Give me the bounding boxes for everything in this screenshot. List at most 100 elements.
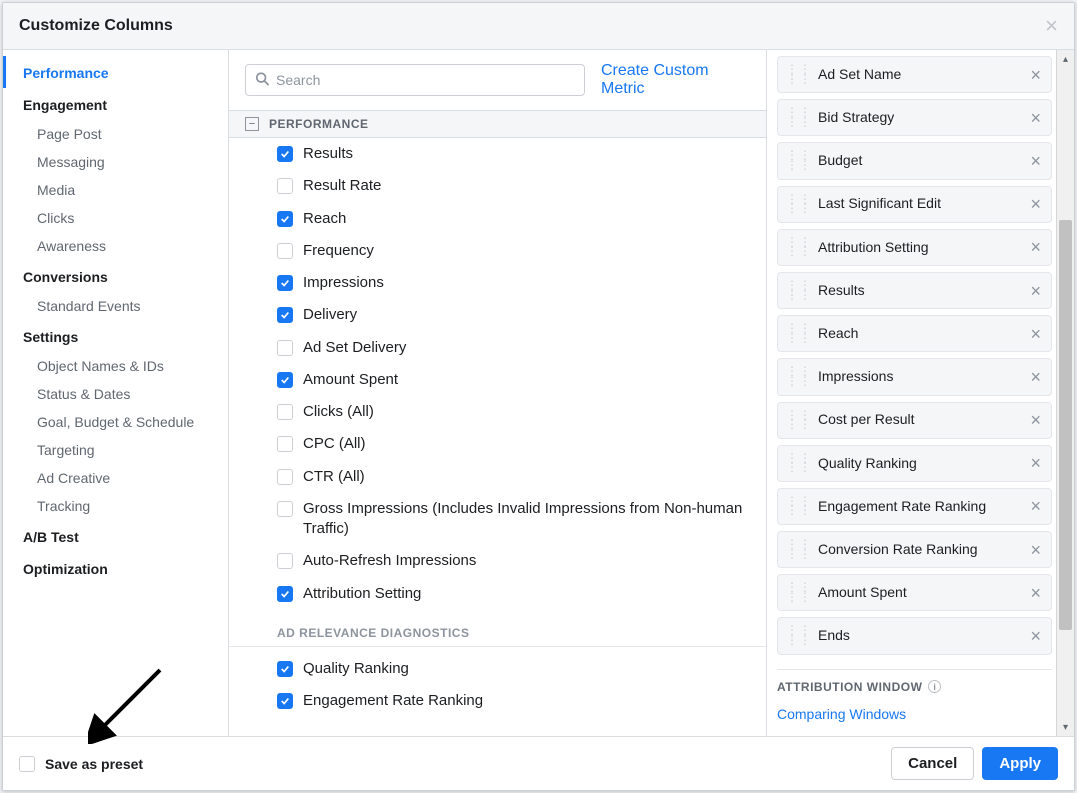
selected-column-item[interactable]: ⋮⋮⋮⋮Ad Set Name× — [777, 56, 1052, 93]
selected-column-item[interactable]: ⋮⋮⋮⋮Last Significant Edit× — [777, 186, 1052, 223]
cancel-button[interactable]: Cancel — [891, 747, 974, 780]
nav-sub-clicks[interactable]: Clicks — [3, 204, 228, 232]
metric-checkbox[interactable] — [277, 404, 293, 420]
drag-handle-icon[interactable]: ⋮⋮⋮⋮ — [784, 195, 818, 214]
collapse-icon[interactable]: − — [245, 117, 259, 131]
drag-handle-icon[interactable]: ⋮⋮⋮⋮ — [784, 238, 818, 257]
selected-column-item[interactable]: ⋮⋮⋮⋮Quality Ranking× — [777, 445, 1052, 482]
selected-column-item[interactable]: ⋮⋮⋮⋮Reach× — [777, 315, 1052, 352]
metric-checkbox[interactable] — [277, 661, 293, 677]
metric-checkbox[interactable] — [277, 178, 293, 194]
close-icon[interactable]: × — [1045, 15, 1058, 37]
selected-column-item[interactable]: ⋮⋮⋮⋮Impressions× — [777, 358, 1052, 395]
remove-column-icon[interactable]: × — [1026, 497, 1045, 515]
metric-row: Attribution Setting — [229, 578, 766, 610]
drag-handle-icon[interactable]: ⋮⋮⋮⋮ — [784, 324, 818, 343]
metric-checkbox[interactable] — [277, 501, 293, 517]
drag-handle-icon[interactable]: ⋮⋮⋮⋮ — [784, 626, 818, 645]
outer-scrollbar[interactable]: ▴ ▾ — [1056, 50, 1074, 736]
nav-sub-targeting[interactable]: Targeting — [3, 436, 228, 464]
remove-column-icon[interactable]: × — [1026, 282, 1045, 300]
save-preset-checkbox[interactable] — [19, 756, 35, 772]
nav-sub-ad-creative[interactable]: Ad Creative — [3, 464, 228, 492]
selected-column-item[interactable]: ⋮⋮⋮⋮Conversion Rate Ranking× — [777, 531, 1052, 568]
create-custom-metric-link[interactable]: Create Custom Metric — [601, 62, 750, 98]
remove-column-icon[interactable]: × — [1026, 411, 1045, 429]
info-icon[interactable]: i — [928, 680, 941, 693]
remove-column-icon[interactable]: × — [1026, 152, 1045, 170]
nav-sub-awareness[interactable]: Awareness — [3, 232, 228, 260]
selected-column-item[interactable]: ⋮⋮⋮⋮Cost per Result× — [777, 402, 1052, 439]
selected-column-item[interactable]: ⋮⋮⋮⋮Results× — [777, 272, 1052, 309]
section-header-performance[interactable]: − PERFORMANCE — [229, 110, 766, 138]
metrics-scroll[interactable]: − PERFORMANCE ResultsResult RateReachFre… — [229, 110, 766, 736]
metric-checkbox[interactable] — [277, 553, 293, 569]
nav-cat-a-b-test[interactable]: A/B Test — [3, 520, 228, 552]
scroll-up-arrow[interactable]: ▴ — [1057, 50, 1074, 68]
metric-row: Engagement Rate Ranking — [229, 685, 766, 717]
metric-checkbox[interactable] — [277, 340, 293, 356]
metric-checkbox[interactable] — [277, 275, 293, 291]
nav-cat-performance[interactable]: Performance — [3, 56, 228, 88]
drag-handle-icon[interactable]: ⋮⋮⋮⋮ — [784, 540, 818, 559]
scroll-down-arrow[interactable]: ▾ — [1057, 718, 1074, 736]
nav-sub-goal-budget-schedule[interactable]: Goal, Budget & Schedule — [3, 408, 228, 436]
drag-handle-icon[interactable]: ⋮⋮⋮⋮ — [784, 367, 818, 386]
remove-column-icon[interactable]: × — [1026, 454, 1045, 472]
drag-handle-icon[interactable]: ⋮⋮⋮⋮ — [784, 454, 818, 473]
metric-checkbox[interactable] — [277, 243, 293, 259]
remove-column-icon[interactable]: × — [1026, 368, 1045, 386]
comparing-windows-link[interactable]: Comparing Windows — [777, 706, 906, 722]
metric-checkbox[interactable] — [277, 436, 293, 452]
drag-handle-icon[interactable]: ⋮⋮⋮⋮ — [784, 497, 818, 516]
selected-column-item[interactable]: ⋮⋮⋮⋮Ends× — [777, 617, 1052, 654]
drag-handle-icon[interactable]: ⋮⋮⋮⋮ — [784, 108, 818, 127]
metric-checkbox[interactable] — [277, 693, 293, 709]
metric-label: Clicks (All) — [303, 402, 374, 422]
nav-sub-tracking[interactable]: Tracking — [3, 492, 228, 520]
metric-checkbox[interactable] — [277, 586, 293, 602]
scroll-thumb[interactable] — [1059, 220, 1072, 630]
metric-row: Reach — [229, 203, 766, 235]
drag-handle-icon[interactable]: ⋮⋮⋮⋮ — [784, 411, 818, 430]
nav-sub-messaging[interactable]: Messaging — [3, 148, 228, 176]
metric-checkbox[interactable] — [277, 146, 293, 162]
search-input[interactable] — [245, 64, 585, 96]
metric-row: Frequency — [229, 235, 766, 267]
metric-label: Impressions — [303, 273, 384, 293]
remove-column-icon[interactable]: × — [1026, 541, 1045, 559]
drag-handle-icon[interactable]: ⋮⋮⋮⋮ — [784, 151, 818, 170]
nav-sub-media[interactable]: Media — [3, 176, 228, 204]
remove-column-icon[interactable]: × — [1026, 325, 1045, 343]
nav-sub-object-names-ids[interactable]: Object Names & IDs — [3, 352, 228, 380]
nav-cat-settings[interactable]: Settings — [3, 320, 228, 352]
metric-checkbox[interactable] — [277, 307, 293, 323]
remove-column-icon[interactable]: × — [1026, 584, 1045, 602]
nav-sub-standard-events[interactable]: Standard Events — [3, 292, 228, 320]
apply-button[interactable]: Apply — [982, 747, 1058, 780]
metric-checkbox[interactable] — [277, 469, 293, 485]
selected-column-item[interactable]: ⋮⋮⋮⋮Attribution Setting× — [777, 229, 1052, 266]
nav-sub-status-dates[interactable]: Status & Dates — [3, 380, 228, 408]
nav-cat-engagement[interactable]: Engagement — [3, 88, 228, 120]
remove-column-icon[interactable]: × — [1026, 109, 1045, 127]
selected-column-label: Results — [818, 282, 1026, 300]
selected-column-item[interactable]: ⋮⋮⋮⋮Engagement Rate Ranking× — [777, 488, 1052, 525]
metric-label: CPC (All) — [303, 434, 366, 454]
drag-handle-icon[interactable]: ⋮⋮⋮⋮ — [784, 583, 818, 602]
nav-cat-conversions[interactable]: Conversions — [3, 260, 228, 292]
drag-handle-icon[interactable]: ⋮⋮⋮⋮ — [784, 281, 818, 300]
remove-column-icon[interactable]: × — [1026, 238, 1045, 256]
remove-column-icon[interactable]: × — [1026, 66, 1045, 84]
drag-handle-icon[interactable]: ⋮⋮⋮⋮ — [784, 65, 818, 84]
metric-checkbox[interactable] — [277, 372, 293, 388]
remove-column-icon[interactable]: × — [1026, 195, 1045, 213]
selected-column-item[interactable]: ⋮⋮⋮⋮Budget× — [777, 142, 1052, 179]
selected-columns-list: ⋮⋮⋮⋮Ad Set Name× ⋮⋮⋮⋮Bid Strategy× ⋮⋮⋮⋮Bud… — [777, 56, 1052, 655]
selected-column-item[interactable]: ⋮⋮⋮⋮Amount Spent× — [777, 574, 1052, 611]
metric-checkbox[interactable] — [277, 211, 293, 227]
nav-cat-optimization[interactable]: Optimization — [3, 552, 228, 584]
selected-column-item[interactable]: ⋮⋮⋮⋮Bid Strategy× — [777, 99, 1052, 136]
remove-column-icon[interactable]: × — [1026, 627, 1045, 645]
nav-sub-page-post[interactable]: Page Post — [3, 120, 228, 148]
